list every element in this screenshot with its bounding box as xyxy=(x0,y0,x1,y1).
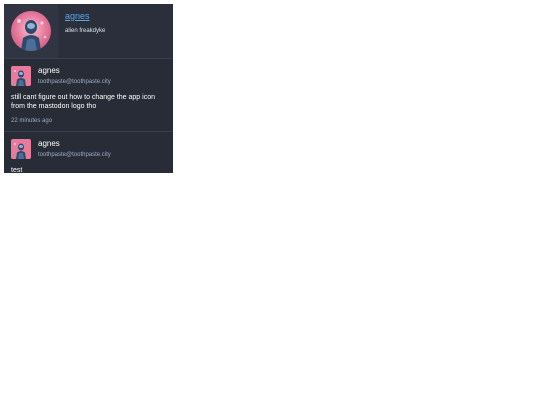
profile-header: agnes alien freakdyke xyxy=(4,4,173,59)
profile-avatar-container xyxy=(4,4,58,58)
post-display-name[interactable]: agnes xyxy=(38,66,60,76)
status-post[interactable]: agnes toothpaste@toothpaste.city still c… xyxy=(4,59,173,132)
post-avatar[interactable] xyxy=(11,66,31,86)
status-post[interactable]: agnes toothpaste@toothpaste.city test xyxy=(4,132,173,173)
profile-bio: alien freakdyke xyxy=(65,28,106,34)
post-display-name[interactable]: agnes xyxy=(38,139,60,149)
post-account-handle[interactable]: toothpaste@toothpaste.city xyxy=(38,78,111,86)
profile-display-name[interactable]: agnes xyxy=(65,11,90,22)
post-account-handle[interactable]: toothpaste@toothpaste.city xyxy=(38,151,111,159)
post-avatar[interactable] xyxy=(11,139,31,159)
profile-avatar[interactable] xyxy=(11,11,51,51)
post-timestamp[interactable]: 22 minutes ago xyxy=(11,117,52,125)
post-content: still cant figure out how to change the … xyxy=(11,94,155,110)
app-window: agnes alien freakdyke agnes toothpaste@t… xyxy=(4,4,173,173)
post-content: test xyxy=(11,167,23,173)
